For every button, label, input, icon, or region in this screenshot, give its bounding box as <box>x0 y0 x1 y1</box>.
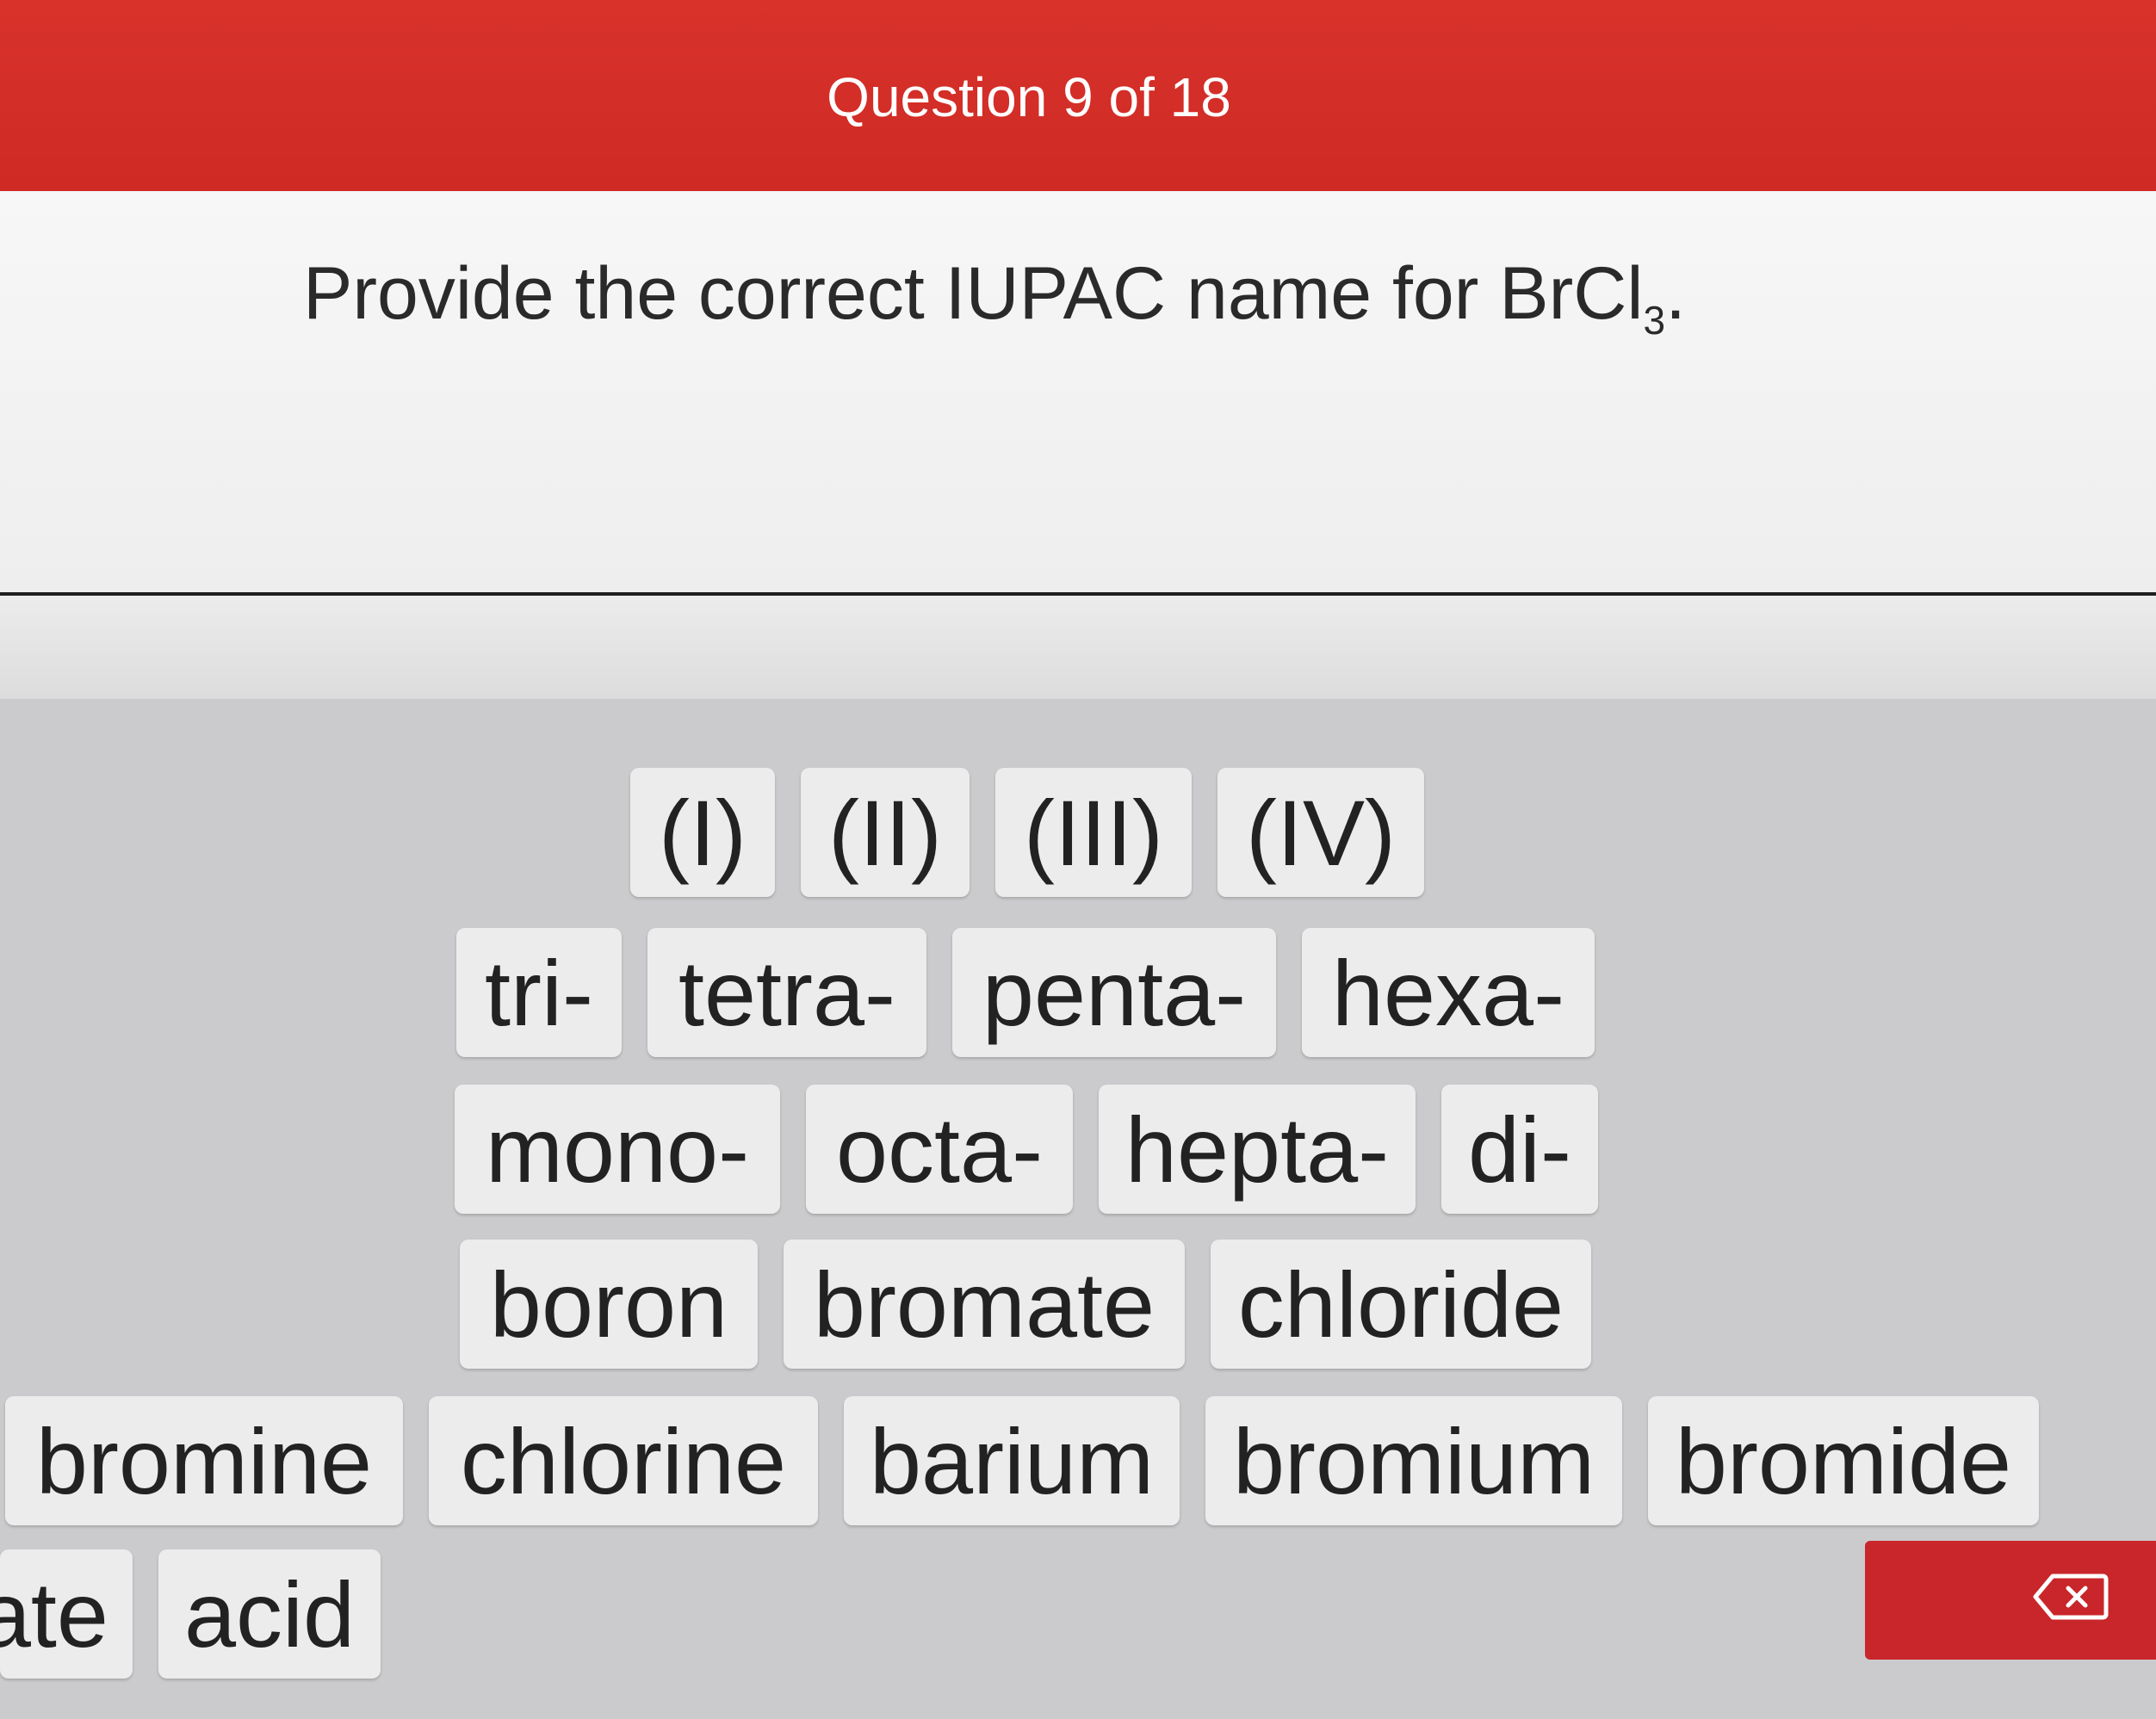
delete-button[interactable] <box>1865 1541 2156 1660</box>
tile-acid[interactable]: acid <box>158 1549 381 1679</box>
tile-bromate[interactable]: bromate <box>784 1240 1185 1369</box>
tile-chloride[interactable]: chloride <box>1211 1240 1591 1369</box>
tile-prefix-octa[interactable]: octa- <box>806 1085 1073 1214</box>
formula-subscript: 3 <box>1643 298 1666 343</box>
tile-chlorine[interactable]: chlorine <box>429 1396 818 1525</box>
header-bar: Question 9 of 18 <box>0 0 2156 191</box>
question-counter: Question 9 of 18 <box>827 66 1231 128</box>
tile-bromine[interactable]: bromine <box>5 1396 403 1525</box>
tile-bromide[interactable]: bromide <box>1648 1396 2039 1525</box>
tile-roman-i[interactable]: (I) <box>630 768 775 897</box>
answer-drop-area[interactable] <box>0 596 2156 699</box>
tile-prefix-tri[interactable]: tri- <box>456 928 622 1057</box>
question-panel: Provide the correct IUPAC name for BrCl3… <box>0 191 2156 596</box>
tile-prefix-hexa[interactable]: hexa- <box>1302 928 1595 1057</box>
tile-roman-iv[interactable]: (IV) <box>1217 768 1424 897</box>
tile-bromium[interactable]: bromium <box>1205 1396 1622 1525</box>
tile-ate[interactable]: ate <box>0 1549 133 1679</box>
tile-prefix-tetra[interactable]: tetra- <box>647 928 926 1057</box>
tile-roman-iii[interactable]: (III) <box>995 768 1192 897</box>
tile-boron[interactable]: boron <box>460 1240 758 1369</box>
tile-roman-ii[interactable]: (II) <box>801 768 970 897</box>
tile-prefix-hepta[interactable]: hepta- <box>1099 1085 1416 1214</box>
tile-barium[interactable]: barium <box>844 1396 1180 1525</box>
tile-prefix-di[interactable]: di- <box>1441 1085 1598 1214</box>
tile-prefix-mono[interactable]: mono- <box>455 1085 780 1214</box>
tile-prefix-penta[interactable]: penta- <box>952 928 1276 1057</box>
backspace-icon[interactable] <box>2032 1571 2110 1623</box>
question-prompt: Provide the correct IUPAC name for BrCl3… <box>303 252 1686 343</box>
